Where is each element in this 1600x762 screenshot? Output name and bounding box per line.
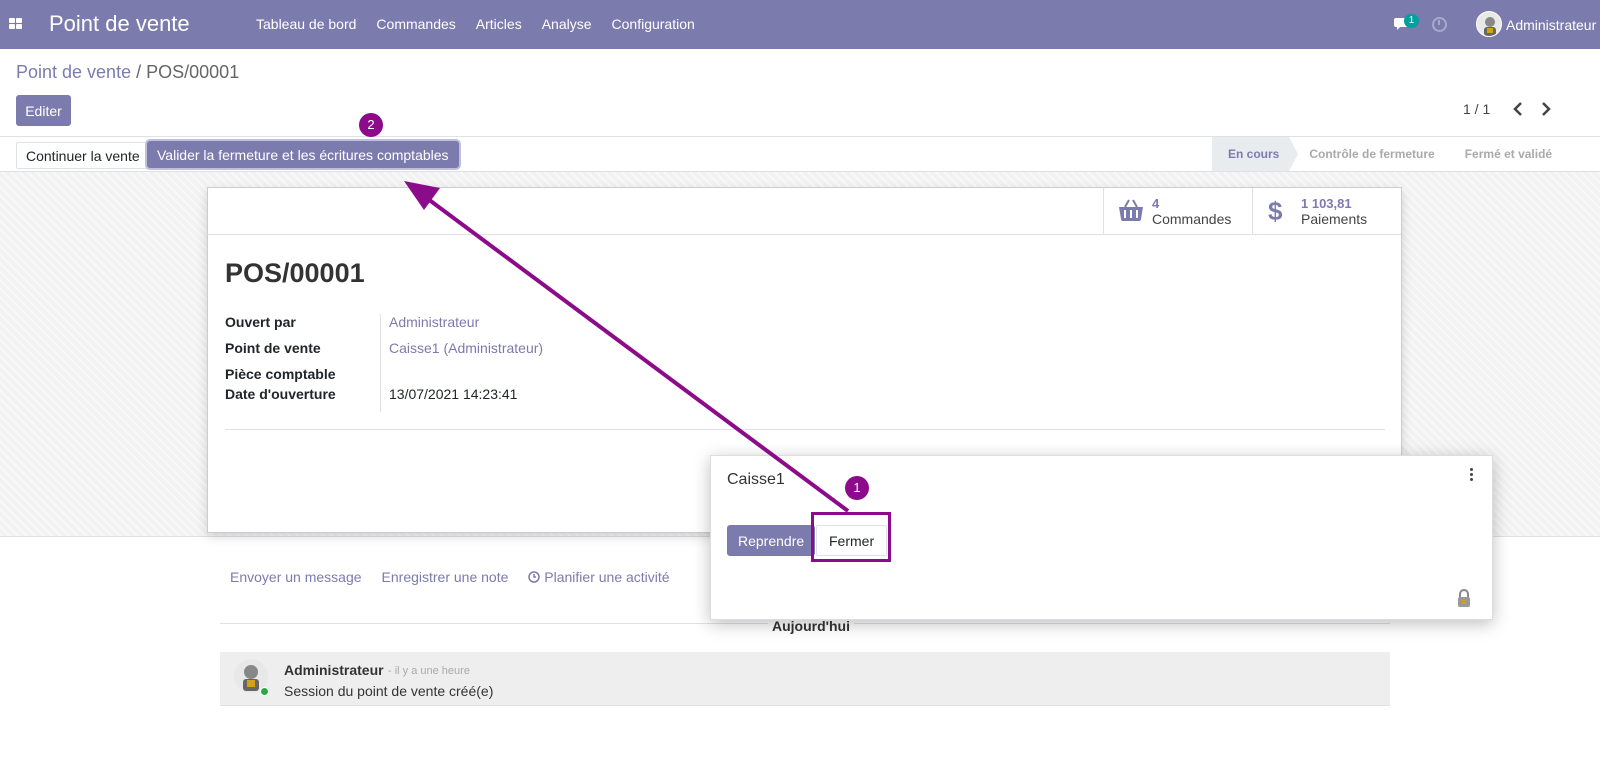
stage-closing-control[interactable]: Contrôle de fermeture — [1289, 137, 1444, 171]
menu-item-dashboard[interactable]: Tableau de bord — [246, 0, 366, 49]
kebab-menu-icon[interactable] — [1470, 468, 1474, 482]
sheet-divider — [225, 429, 1385, 430]
opening-date-value: 13/07/2021 14:23:41 — [389, 386, 518, 402]
stage-in-progress[interactable]: En cours — [1212, 137, 1299, 171]
form-statusbar: Continuer la vente Valider la fermeture … — [0, 136, 1600, 172]
pager-value[interactable]: 1 / 1 — [1463, 101, 1490, 117]
pager-previous-button[interactable] — [1509, 100, 1527, 120]
stage-label: Contrôle de fermeture — [1309, 147, 1435, 161]
edit-button[interactable]: Editer — [16, 95, 71, 126]
schedule-activity-label: Planifier une activité — [544, 569, 670, 585]
field-separator — [380, 314, 381, 412]
pager-next-button[interactable] — [1537, 100, 1555, 120]
app-title: Point de vente — [49, 11, 190, 36]
payments-smart-button[interactable]: $ 1 103,81 Paiements — [1252, 188, 1401, 234]
smart-button-box: 4 Commandes $ 1 103,81 Paiements — [206, 188, 1401, 235]
annotation-step-2-badge: 2 — [359, 113, 383, 137]
message-date: - il y a une heure — [388, 665, 470, 677]
lock-icon — [1458, 589, 1470, 607]
resume-button[interactable]: Reprendre — [727, 525, 816, 556]
message-author[interactable]: Administrateur — [284, 662, 384, 678]
send-message-button[interactable]: Envoyer un message — [230, 569, 362, 585]
online-status-dot — [260, 687, 269, 696]
pos-card-title: Caisse1 — [727, 471, 785, 488]
opened-by-link[interactable]: Administrateur — [389, 314, 479, 330]
annotation-highlight-box — [811, 512, 891, 562]
stage-closed-posted[interactable]: Fermé et validé — [1445, 137, 1562, 171]
user-avatar[interactable] — [1476, 11, 1502, 37]
orders-label: Commandes — [1152, 211, 1232, 227]
field-label: Pièce comptable — [225, 366, 336, 382]
payments-amount: 1 103,81 — [1301, 196, 1352, 211]
validate-closing-button[interactable]: Valider la fermeture et les écritures co… — [147, 141, 459, 168]
menu-item-products[interactable]: Articles — [466, 0, 532, 49]
breadcrumb: Point de vente / POS/00001 — [16, 62, 239, 83]
chatter-topbar: Envoyer un message Enregistrer une note … — [230, 569, 710, 585]
user-name[interactable]: Administrateur — [1506, 17, 1596, 33]
payments-label: Paiements — [1301, 211, 1368, 227]
date-separator: Aujourd'hui — [768, 618, 854, 634]
chat-count-badge: 1 — [1404, 14, 1419, 28]
stage-label: En cours — [1228, 147, 1280, 161]
chevron-right-icon — [1542, 102, 1551, 116]
log-note-button[interactable]: Enregistrer une note — [382, 569, 509, 585]
field-label: Ouvert par — [225, 314, 296, 330]
main-menu: Tableau de bord Commandes Articles Analy… — [246, 0, 705, 49]
orders-smart-button[interactable]: 4 Commandes — [1103, 188, 1252, 234]
field-label: Date d'ouverture — [225, 386, 336, 402]
field-label: Point de vente — [225, 340, 321, 356]
clock-icon — [528, 571, 541, 583]
stage-label: Fermé et validé — [1464, 147, 1553, 161]
stage-pipeline: En cours Contrôle de fermeture Fermé et … — [1212, 137, 1562, 171]
dollar-icon: $ — [1268, 198, 1283, 224]
chatter-message: Administrateur - il y a une heure Sessio… — [220, 652, 1390, 706]
message-body: Session du point de vente créé(e) — [284, 683, 494, 699]
menu-item-configuration[interactable]: Configuration — [602, 0, 705, 49]
breadcrumb-separator: / — [136, 62, 142, 82]
svg-text:$: $ — [1268, 198, 1283, 224]
activity-clock-icon[interactable] — [1432, 17, 1447, 32]
chevron-left-icon — [1513, 102, 1522, 116]
record-title: POS/00001 — [225, 258, 365, 288]
apps-menu-icon[interactable] — [9, 18, 23, 30]
orders-count: 4 — [1152, 196, 1160, 211]
menu-item-orders[interactable]: Commandes — [366, 0, 465, 49]
annotation-step-1-badge: 1 — [845, 476, 869, 500]
stage-arrow — [1289, 137, 1299, 171]
continue-selling-button[interactable]: Continuer la vente — [16, 142, 150, 169]
menu-item-reporting[interactable]: Analyse — [532, 0, 602, 49]
basket-icon — [1119, 199, 1143, 221]
top-navbar: Point de vente Tableau de bord Commandes… — [0, 0, 1600, 49]
schedule-activity-button[interactable]: Planifier une activité — [528, 569, 689, 585]
breadcrumb-current: POS/00001 — [146, 62, 240, 82]
breadcrumb-parent[interactable]: Point de vente — [16, 62, 131, 82]
point-of-sale-link[interactable]: Caisse1 (Administrateur) — [389, 340, 543, 356]
